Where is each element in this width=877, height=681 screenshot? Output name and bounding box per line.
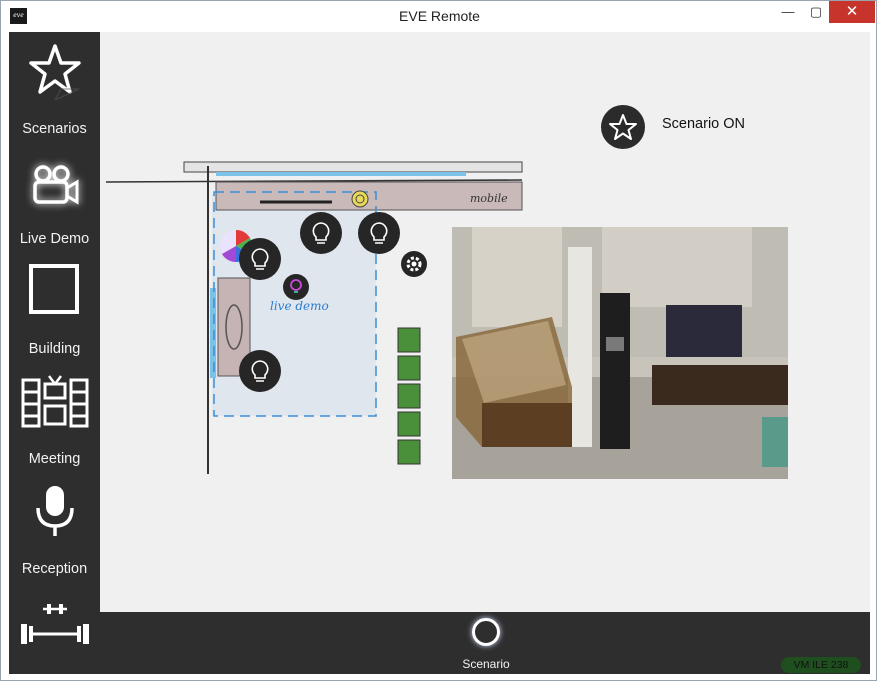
app-window: eve EVE Remote — ▢ ✕ Scenarios Live Demo bbox=[0, 0, 877, 681]
sidebar-item-label: Reception bbox=[21, 561, 88, 577]
status-badge: VM ILE 238 bbox=[781, 657, 861, 673]
sidebar: Scenarios Live Demo Building Meeting Rec… bbox=[9, 32, 100, 674]
window-title: EVE Remote bbox=[399, 8, 480, 24]
sidebar-item-label: Live Demo bbox=[19, 231, 90, 247]
mobile-label: mobile bbox=[470, 192, 508, 205]
sidebar-item-label: Building bbox=[28, 341, 81, 357]
scenario-status-label: Scenario ON bbox=[662, 116, 746, 132]
lightbulb-icon bbox=[370, 222, 388, 244]
minimize-button[interactable]: — bbox=[774, 1, 802, 23]
meeting-icon bbox=[21, 375, 89, 428]
sidebar-item-label: Scenarios bbox=[22, 121, 87, 137]
scenario-button-label: Scenario bbox=[462, 657, 510, 671]
camera-icon bbox=[33, 165, 79, 205]
star-icon bbox=[609, 114, 637, 140]
sidebar-item-scenarios[interactable]: Scenarios bbox=[9, 32, 100, 142]
light-bulb-button[interactable] bbox=[239, 350, 281, 392]
scenario-button[interactable] bbox=[472, 618, 500, 646]
camera-image bbox=[452, 227, 788, 479]
light-bulb-button[interactable] bbox=[239, 238, 281, 280]
sidebar-item-reception[interactable]: Reception bbox=[9, 472, 100, 582]
microphone-icon bbox=[36, 486, 74, 536]
lightbulb-icon bbox=[251, 360, 269, 382]
sidebar-item-gym[interactable] bbox=[9, 592, 100, 674]
lightbulb-icon bbox=[251, 248, 269, 270]
live-camera-feed bbox=[452, 227, 788, 479]
sidebar-item-meeting[interactable]: Meeting bbox=[9, 362, 100, 472]
sidebar-item-label: Meeting bbox=[28, 451, 81, 467]
main-panel: Scenario ON mobile live demo bbox=[100, 32, 870, 612]
light-bulb-button[interactable] bbox=[358, 212, 400, 254]
close-button[interactable]: ✕ bbox=[829, 1, 875, 23]
live-demo-label: live demo bbox=[270, 299, 329, 313]
title-bar[interactable]: eve EVE Remote — ▢ ✕ bbox=[1, 1, 876, 31]
square-icon bbox=[29, 264, 79, 314]
sidebar-item-live-demo[interactable]: Live Demo bbox=[9, 142, 100, 252]
bottom-bar: Scenario VM ILE 238 bbox=[100, 612, 870, 674]
plant-boxes bbox=[397, 327, 421, 465]
scenario-on-button[interactable] bbox=[601, 105, 645, 149]
dumbbell-icon bbox=[21, 604, 89, 644]
lightbulb-icon bbox=[312, 222, 330, 244]
light-bulb-button[interactable] bbox=[300, 212, 342, 254]
maximize-button[interactable]: ▢ bbox=[802, 1, 830, 23]
sidebar-item-building[interactable]: Building bbox=[9, 252, 100, 362]
star-icon bbox=[29, 44, 81, 100]
